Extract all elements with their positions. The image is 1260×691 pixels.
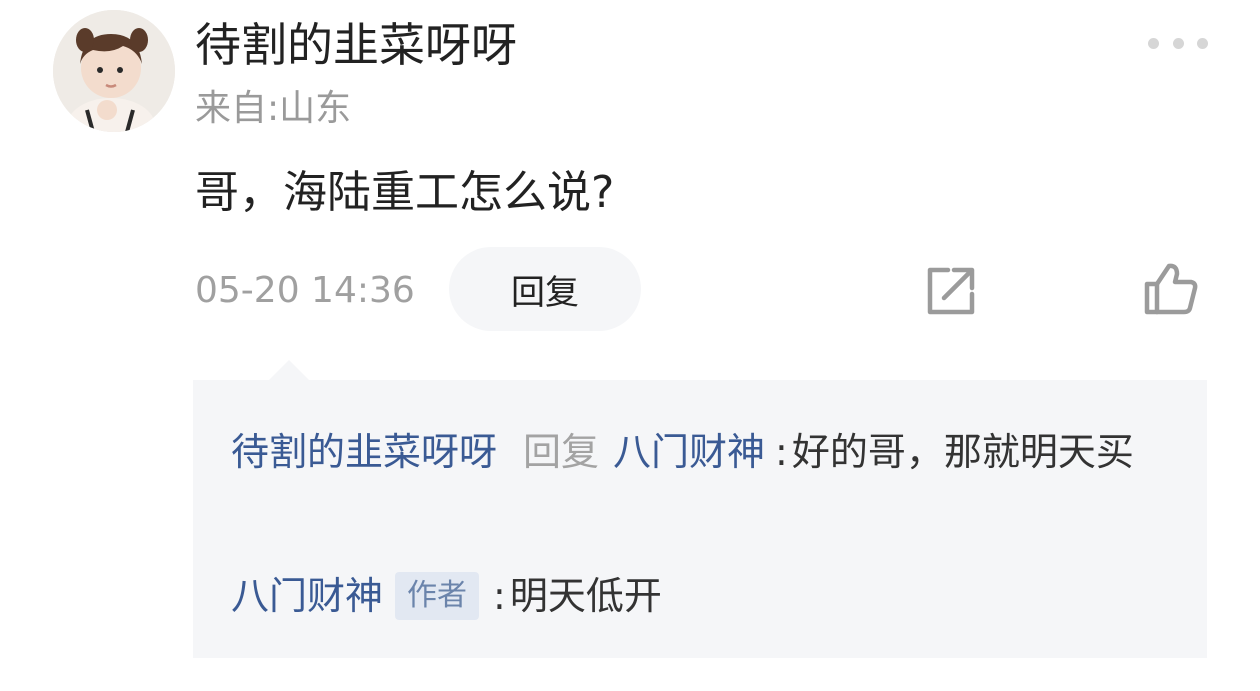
reply-separator: : [493,574,506,618]
author-badge: 作者 [395,571,480,620]
reply-item: 八门财神 作者: 明天低开 [231,566,1181,626]
reply-target-name[interactable]: 八门财神 [613,430,765,474]
comment-location: 来自:山东 [195,88,352,129]
more-dots-icon [1148,37,1159,49]
reply-author-name[interactable]: 待割的韭菜呀呀 [231,430,497,474]
reply-text: 明天低开 [509,574,662,618]
replies-panel: 待割的韭菜呀呀 回复 八门财神: 好的哥，那就明天买 八门财神 作者: 明天低开 [193,380,1207,658]
thumbs-up-icon[interactable] [1142,260,1200,318]
more-options-button[interactable] [1148,30,1208,56]
comment-thread: 待割的韭菜呀呀 来自:山东 哥，海陆重工怎么说? 05-20 14:36 回复 … [0,0,1260,691]
reply-button[interactable]: 回复 [449,247,641,331]
replies-pointer [268,360,310,381]
more-dots-icon [1197,37,1208,49]
reply-text: 好的哥，那就明天买 [791,430,1134,474]
avatar-image [53,10,175,132]
share-icon[interactable] [924,264,978,318]
reply-label: 回复 [523,430,600,474]
more-dots-icon [1172,37,1184,49]
comment-username[interactable]: 待割的韭菜呀呀 [195,14,517,76]
comment-timestamp: 05-20 14:36 [195,270,415,311]
avatar[interactable] [53,10,175,132]
comment-text: 哥，海陆重工怎么说? [195,167,615,218]
reply-item: 待割的韭菜呀呀 回复 八门财神: 好的哥，那就明天买 [231,416,1181,488]
reply-separator: : [775,430,788,474]
reply-author-name[interactable]: 八门财神 [231,574,383,618]
